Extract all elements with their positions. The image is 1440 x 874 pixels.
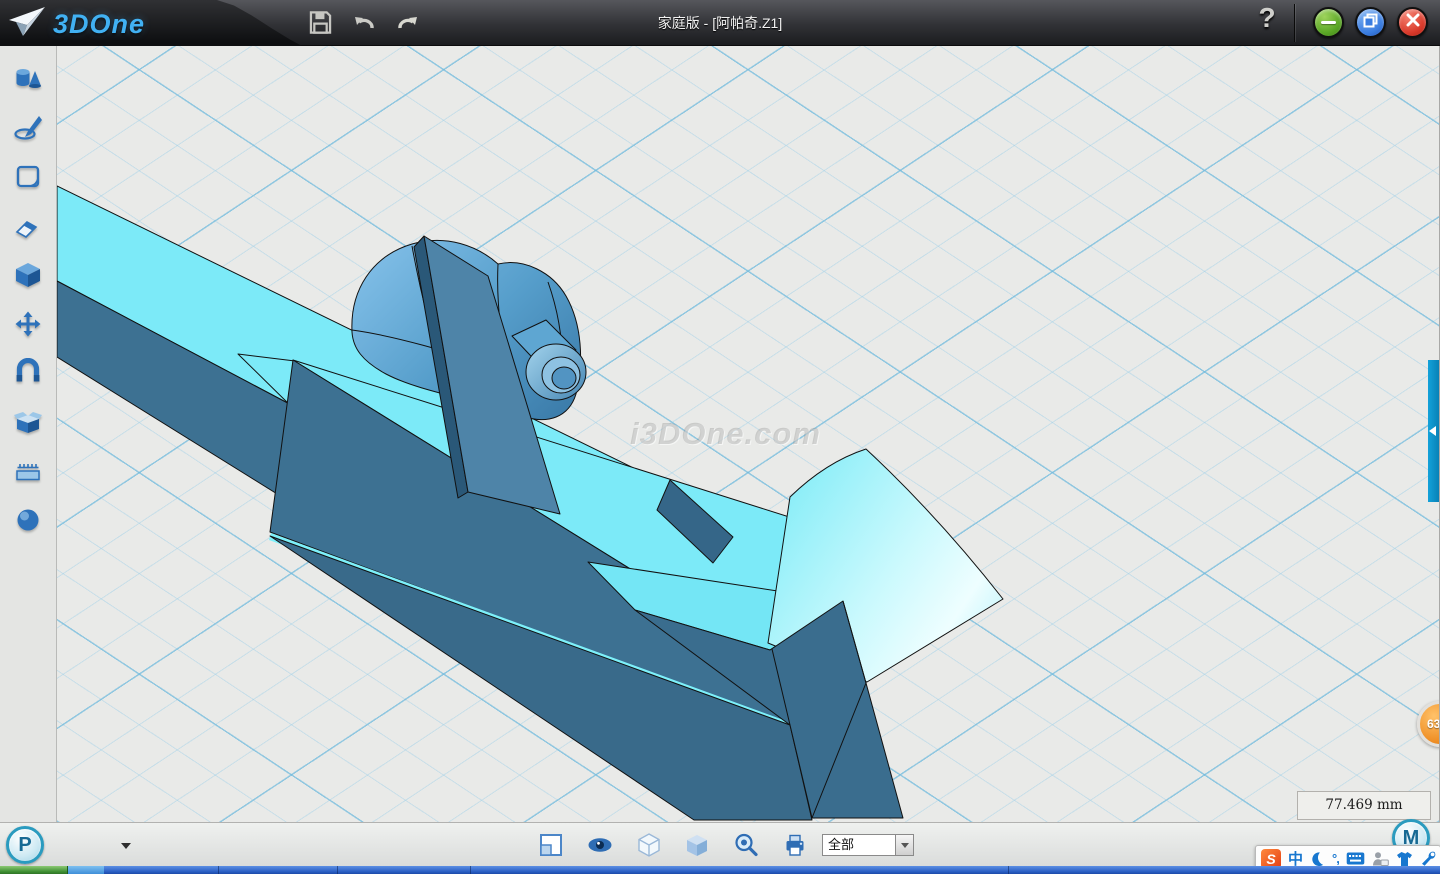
settings-wrench-icon[interactable]	[1420, 851, 1436, 867]
assembly-box-tool[interactable]	[11, 405, 45, 439]
close-icon	[1406, 13, 1420, 32]
profile-person-icon[interactable]	[1372, 851, 1389, 867]
start-button-edge[interactable]	[0, 866, 68, 874]
punctuation-icon[interactable]: °,	[1332, 851, 1339, 866]
left-toolbar	[0, 46, 57, 822]
minimize-icon	[1321, 21, 1336, 25]
title-bar: 3DOne 家庭	[0, 0, 1440, 46]
titlebar-divider	[1294, 4, 1295, 42]
measure-clamp-tool[interactable]	[11, 454, 45, 488]
taskbar-separator	[337, 866, 338, 874]
undo-icon[interactable]	[350, 8, 378, 36]
visibility-eye-icon[interactable]	[587, 832, 613, 858]
viewport-canvas[interactable]: i3DOne.com	[57, 46, 1440, 822]
solid-cube-tool[interactable]	[11, 258, 45, 292]
wireframe-cube-icon[interactable]	[636, 832, 662, 858]
restore-button[interactable]	[1355, 7, 1386, 38]
redo-icon[interactable]	[394, 8, 422, 36]
zoom-search-icon[interactable]	[733, 832, 759, 858]
dropdown-arrow-button[interactable]	[896, 834, 914, 856]
display-filter-dropdown[interactable]: 全部	[822, 834, 914, 856]
snap-magnet-tool[interactable]	[11, 356, 45, 390]
halfwidth-moon-icon[interactable]	[1310, 851, 1325, 867]
bottom-toolbar: P	[0, 822, 1440, 866]
taskbar-separator	[1008, 866, 1009, 874]
collapse-left-arrow-icon	[1429, 426, 1436, 436]
filter-value[interactable]: 全部	[822, 834, 896, 856]
minimize-button[interactable]	[1313, 7, 1344, 38]
application-window: 3DOne 家庭	[0, 0, 1440, 874]
quick-access-toolbar	[306, 8, 422, 36]
plan-view-caret-icon[interactable]	[121, 843, 131, 849]
sketch-surface-tool[interactable]	[11, 160, 45, 194]
print-icon[interactable]	[782, 832, 808, 858]
taskbar-separator	[218, 866, 219, 874]
window-controls	[1313, 7, 1428, 38]
paper-plane-icon	[8, 4, 48, 45]
eraser-tool[interactable]	[11, 209, 45, 243]
taskbar-separator	[470, 866, 471, 874]
apache-3d-model[interactable]	[57, 46, 1440, 822]
measurement-readout: 77.469 mm	[1297, 791, 1431, 820]
material-sphere-tool[interactable]	[11, 503, 45, 537]
taskbar-body-edge[interactable]	[104, 866, 1440, 874]
restore-icon	[1363, 13, 1378, 33]
skin-tshirt-icon[interactable]	[1396, 851, 1413, 867]
sketch-draw-tool[interactable]	[11, 111, 45, 145]
logo-text: 3DOne	[53, 9, 145, 40]
panel-collapse-tab[interactable]	[1428, 360, 1439, 502]
move-transform-tool[interactable]	[11, 307, 45, 341]
save-icon[interactable]	[306, 8, 334, 36]
view-layout-icon[interactable]	[538, 832, 564, 858]
quicklaunch-edge[interactable]	[68, 866, 104, 874]
shaded-cube-icon[interactable]	[684, 832, 710, 858]
close-button[interactable]	[1397, 7, 1428, 38]
os-taskbar-edge[interactable]	[0, 866, 1440, 874]
chevron-down-icon	[901, 843, 909, 848]
soft-keyboard-icon[interactable]	[1346, 851, 1365, 866]
help-button[interactable]: ?	[1252, 2, 1282, 42]
primitive-solids-tool[interactable]	[11, 62, 45, 96]
plan-view-button[interactable]: P	[6, 826, 44, 864]
app-logo: 3DOne	[8, 4, 145, 45]
